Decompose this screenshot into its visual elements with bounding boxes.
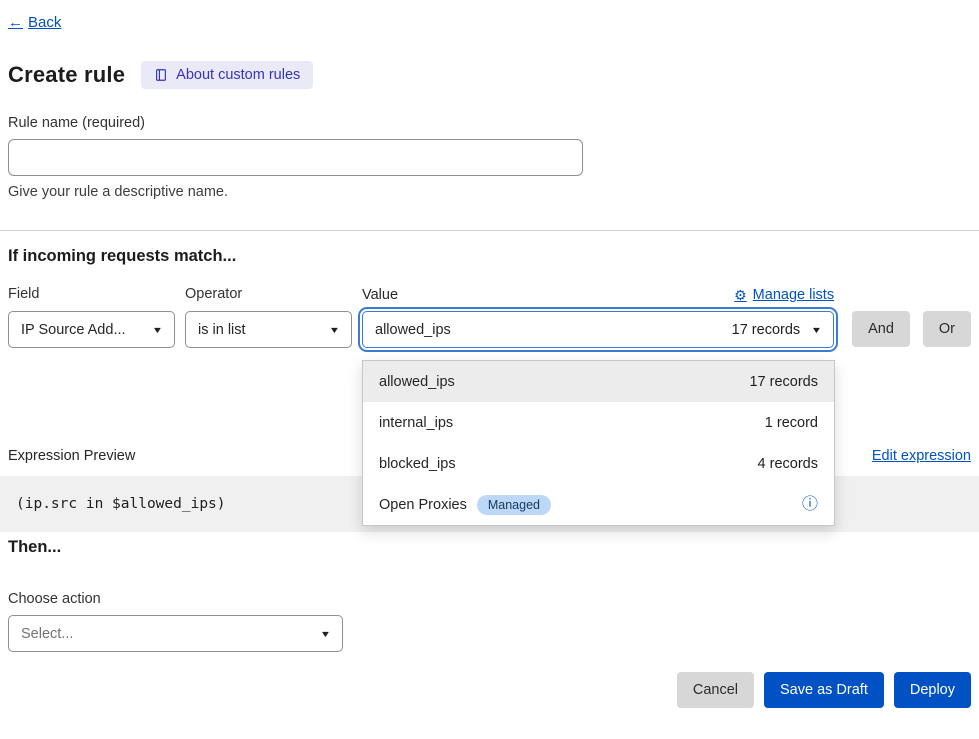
value-select[interactable]: allowed_ips 17 records ▼ bbox=[362, 311, 834, 348]
value-select-value: allowed_ips bbox=[375, 322, 451, 338]
book-icon bbox=[154, 68, 168, 82]
save-as-draft-button[interactable]: Save as Draft bbox=[764, 672, 884, 708]
list-option-meta: 1 record bbox=[765, 415, 818, 431]
match-condition-row: Field IP Source Add... ▼ Operator is in … bbox=[8, 286, 971, 348]
action-select[interactable]: Select... ▼ bbox=[8, 615, 343, 652]
list-option-allowed-ips[interactable]: allowed_ips 17 records bbox=[363, 361, 834, 402]
create-rule-page: ← Back Create rule About custom rules Rul… bbox=[0, 0, 979, 708]
operator-select-value: is in list bbox=[198, 322, 246, 338]
deploy-button[interactable]: Deploy bbox=[894, 672, 971, 708]
chevron-down-icon: ▼ bbox=[320, 629, 332, 639]
then-section-heading: Then... bbox=[8, 538, 971, 557]
list-option-name: allowed_ips bbox=[379, 374, 455, 390]
field-column: Field IP Source Add... ▼ bbox=[8, 286, 175, 348]
cancel-button[interactable]: Cancel bbox=[677, 672, 754, 708]
rule-name-label: Rule name (required) bbox=[8, 115, 971, 131]
rule-name-input[interactable] bbox=[8, 139, 583, 176]
list-dropdown-menu: allowed_ips 17 records internal_ips 1 re… bbox=[362, 360, 835, 526]
operator-select[interactable]: is in list ▼ bbox=[185, 311, 352, 348]
edit-expression-link[interactable]: Edit expression bbox=[872, 448, 971, 464]
field-label: Field bbox=[8, 286, 175, 304]
list-option-blocked-ips[interactable]: blocked_ips 4 records bbox=[363, 443, 834, 484]
action-select-placeholder: Select... bbox=[21, 626, 73, 642]
gear-icon: ⚙ bbox=[734, 287, 747, 304]
manage-lists-label: Manage lists bbox=[753, 287, 834, 303]
value-column: Value ⚙ Manage lists allowed_ips 17 recor… bbox=[362, 286, 834, 348]
list-option-name: blocked_ips bbox=[379, 456, 456, 472]
manage-lists-link[interactable]: ⚙ Manage lists bbox=[734, 287, 834, 304]
value-select-meta: 17 records bbox=[732, 322, 801, 338]
expression-preview-label: Expression Preview bbox=[8, 448, 135, 464]
about-custom-rules-link[interactable]: About custom rules bbox=[141, 61, 313, 89]
back-arrow-icon: ← bbox=[8, 14, 23, 31]
footer-actions: Cancel Save as Draft Deploy bbox=[8, 672, 971, 708]
field-select[interactable]: IP Source Add... ▼ bbox=[8, 311, 175, 348]
list-option-name: Open Proxies bbox=[379, 497, 467, 513]
chevron-down-icon: ▼ bbox=[329, 325, 341, 335]
title-row: Create rule About custom rules bbox=[8, 61, 971, 89]
value-label: Value bbox=[362, 287, 398, 303]
section-divider bbox=[0, 230, 979, 231]
rule-name-helper: Give your rule a descriptive name. bbox=[8, 184, 971, 200]
info-icon[interactable]: ⓘ bbox=[802, 497, 818, 513]
managed-badge: Managed bbox=[477, 495, 551, 515]
operator-column: Operator is in list ▼ bbox=[185, 286, 352, 348]
list-option-name: internal_ips bbox=[379, 415, 453, 431]
value-header: Value ⚙ Manage lists bbox=[362, 286, 834, 304]
chevron-down-icon: ▼ bbox=[152, 325, 164, 335]
list-option-internal-ips[interactable]: internal_ips 1 record bbox=[363, 402, 834, 443]
logic-buttons: And Or bbox=[852, 311, 971, 347]
about-badge-label: About custom rules bbox=[176, 67, 300, 83]
chevron-down-icon: ▼ bbox=[811, 325, 823, 335]
or-button[interactable]: Or bbox=[923, 311, 971, 347]
back-label: Back bbox=[28, 14, 61, 31]
match-section-heading: If incoming requests match... bbox=[8, 247, 971, 266]
field-select-value: IP Source Add... bbox=[21, 322, 126, 338]
list-option-meta: 17 records bbox=[749, 374, 818, 390]
value-select-right: 17 records ▼ bbox=[732, 322, 821, 338]
page-title: Create rule bbox=[8, 62, 125, 88]
list-option-open-proxies[interactable]: Open Proxies Managed ⓘ bbox=[363, 484, 834, 525]
choose-action-label: Choose action bbox=[8, 591, 971, 607]
list-option-meta: 4 records bbox=[758, 456, 818, 472]
operator-label: Operator bbox=[185, 286, 352, 304]
and-button[interactable]: And bbox=[852, 311, 910, 347]
back-link[interactable]: ← Back bbox=[8, 14, 61, 31]
